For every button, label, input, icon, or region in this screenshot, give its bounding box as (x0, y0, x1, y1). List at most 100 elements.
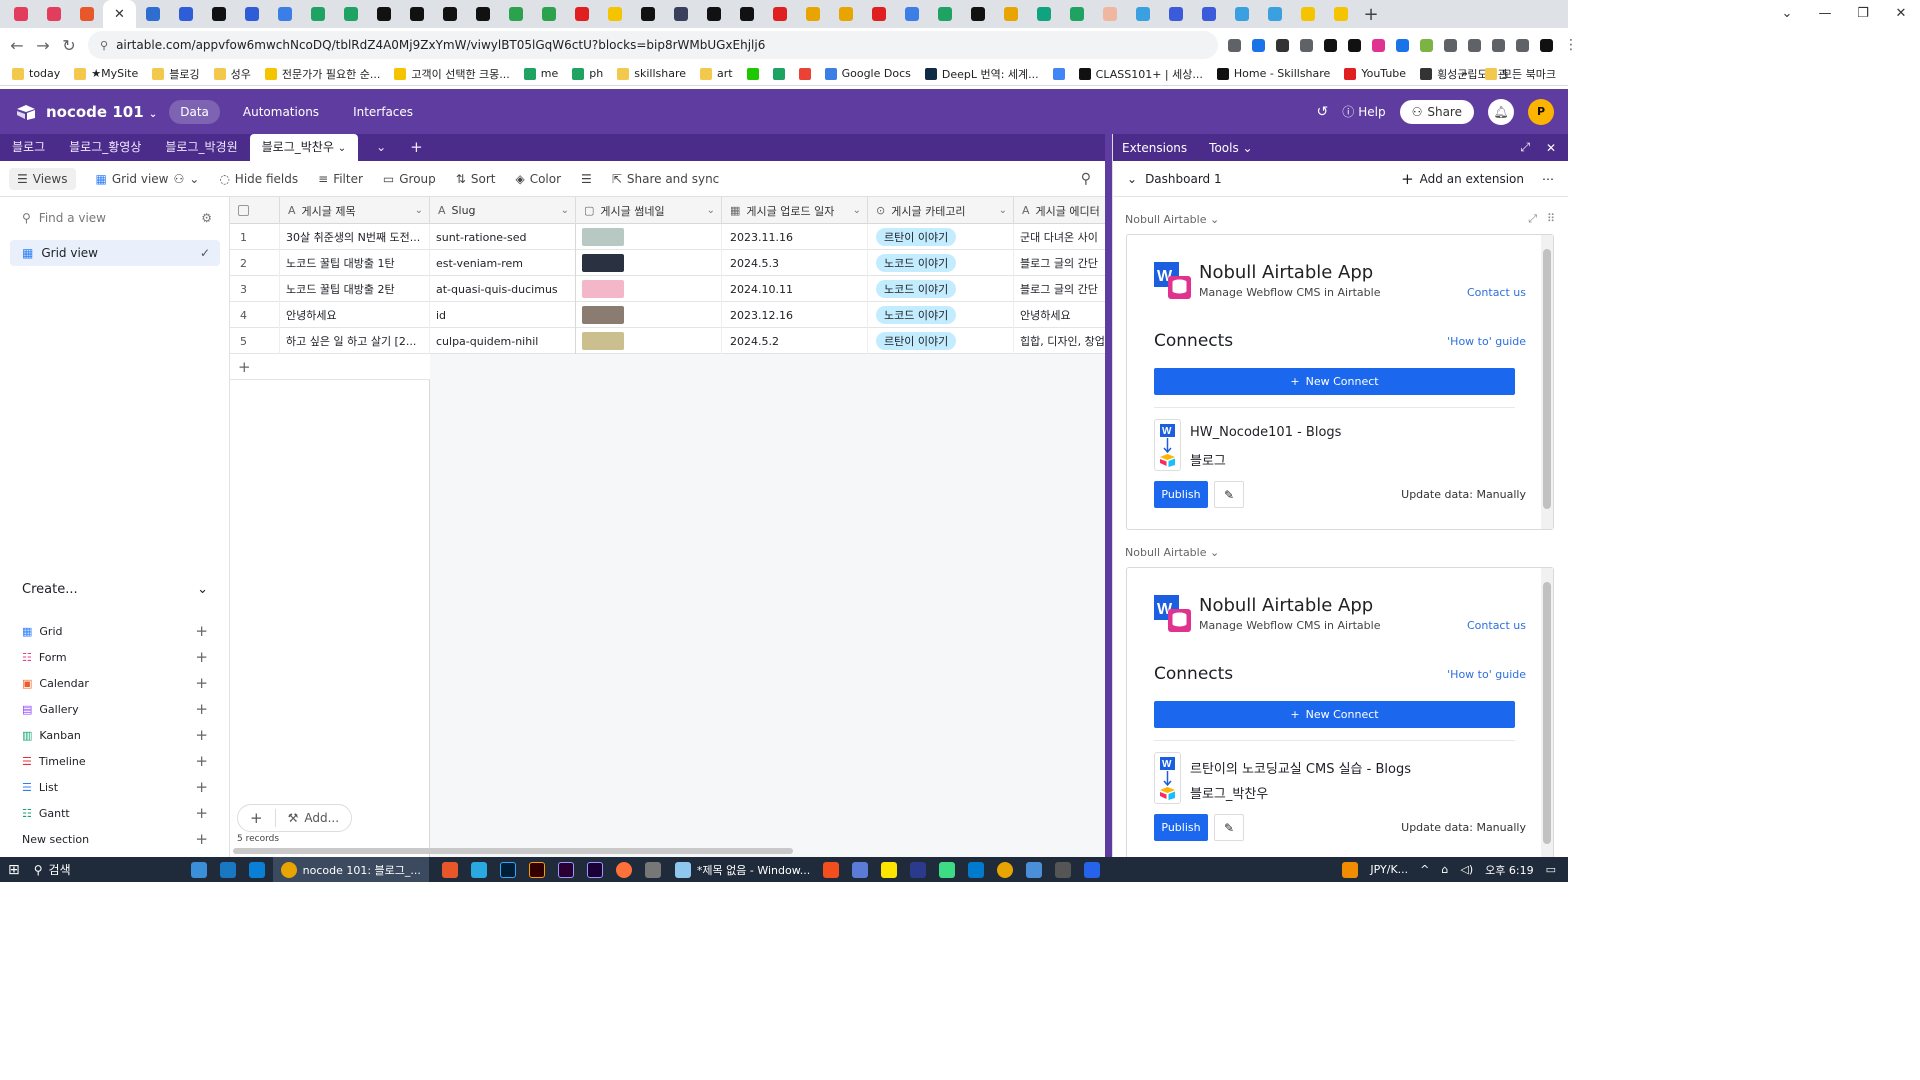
notifications-icon[interactable]: ▭ (1546, 863, 1556, 876)
all-tables-chevron-icon[interactable]: ⌄ (364, 134, 398, 161)
browser-tab[interactable] (37, 0, 70, 28)
weather-icon[interactable] (1342, 861, 1359, 878)
browser-extension-icon[interactable] (1372, 38, 1385, 52)
table-row[interactable]: 1 30살 취준생의 N번째 도전... sunt-ratione-sed 2023.… (230, 224, 1105, 250)
column-header[interactable]: A Slug ⌄ (430, 197, 576, 224)
extension-source[interactable]: Nobull Airtable ⌄ (1125, 213, 1219, 226)
browser-tab[interactable] (961, 0, 994, 28)
edit-pencil-icon[interactable]: ✎ (1214, 814, 1244, 841)
browser-extension-icon[interactable] (1348, 38, 1361, 52)
nav-data[interactable]: Data (169, 99, 220, 124)
contact-us-link[interactable]: Contact us (1467, 619, 1526, 632)
browser-tab[interactable] (928, 0, 961, 28)
browser-extension-icon[interactable] (1324, 38, 1337, 52)
forward-icon[interactable]: → (30, 36, 56, 55)
minimize-button[interactable]: — (1806, 0, 1844, 28)
photoshop-icon[interactable] (499, 861, 516, 878)
chevron-down-icon[interactable]: ⌄ (853, 205, 861, 216)
thumbnail-image[interactable] (582, 306, 624, 324)
browser-tab[interactable] (532, 0, 565, 28)
chevron-down-icon[interactable]: ⌄ (999, 205, 1007, 216)
browser-tab[interactable] (862, 0, 895, 28)
cell-category[interactable]: 노코드 이야기 (868, 302, 1014, 328)
browser-extension-icon[interactable] (1228, 38, 1241, 52)
browser-tab[interactable] (1093, 0, 1126, 28)
help-button[interactable]: ⓘ Help (1342, 103, 1385, 120)
browser-tab[interactable] (499, 0, 532, 28)
column-header[interactable]: ⊙ 게시글 카테고리 ⌄ (868, 197, 1014, 224)
bookmark-item[interactable]: YouTube (1344, 67, 1406, 80)
other-bookmarks-folder[interactable]: 모든 북마크 (1484, 66, 1556, 82)
add-plus-button[interactable]: + (238, 809, 276, 827)
bookmark-item[interactable]: 고객이 선택한 크몽... (394, 66, 510, 82)
bookmark-item[interactable]: Google Docs (824, 67, 911, 80)
browser-extension-icon[interactable] (1420, 38, 1433, 52)
history-icon[interactable]: ↺ (1316, 104, 1328, 120)
browser-extension-icon[interactable] (1396, 38, 1409, 52)
cell-editor[interactable]: 블로그 글의 간단 (1014, 250, 1105, 276)
cell-date[interactable]: 2023.12.16 (722, 302, 868, 328)
browser-tab[interactable] (136, 0, 169, 28)
views-toggle-button[interactable]: ☰ Views (9, 167, 76, 190)
browser-tab[interactable] (1060, 0, 1093, 28)
browser-extension-icon[interactable] (1444, 38, 1457, 52)
browser-tab[interactable] (1027, 0, 1060, 28)
browser-tab[interactable] (1258, 0, 1291, 28)
tab-table-blog-park-kw[interactable]: 블로그_박경원 (153, 134, 249, 161)
cell-thumbnail[interactable] (576, 250, 722, 276)
android-icon[interactable] (939, 861, 956, 878)
browser-tab[interactable] (334, 0, 367, 28)
browser-tab[interactable] (730, 0, 763, 28)
row-height-icon[interactable]: ☰ (581, 172, 592, 186)
cell-date[interactable]: 2024.10.11 (722, 276, 868, 302)
browser-tab[interactable] (1291, 0, 1324, 28)
browser-tab[interactable] (301, 0, 334, 28)
chrome-icon[interactable] (997, 861, 1014, 878)
create-view-kanban[interactable]: ▥ Kanban + (22, 726, 208, 744)
bird-app-icon[interactable] (470, 861, 487, 878)
cell-title[interactable]: 30살 취준생의 N번째 도전... (280, 224, 430, 250)
cell-slug[interactable]: sunt-ratione-sed (430, 224, 576, 250)
bookmark-item[interactable]: art (700, 67, 733, 80)
bookmarks-more-icon[interactable]: » (1461, 67, 1468, 80)
cell-editor[interactable]: 힙합, 디자인, 창업 (1014, 328, 1105, 354)
grid-view-switcher[interactable]: ▦ Grid view ⚇ ⌄ (96, 172, 200, 186)
browser-extension-icon[interactable] (1468, 38, 1481, 52)
horizontal-scrollbar[interactable] (233, 848, 793, 854)
cell-date[interactable]: 2023.11.16 (722, 224, 868, 250)
table-row[interactable]: 5 하고 싶은 일 하고 살기 [2... culpa-quidem-nihil 20… (230, 328, 1105, 354)
browser-extension-icon[interactable] (1252, 38, 1265, 52)
task-view-icon[interactable] (190, 861, 207, 878)
tab-table-blog[interactable]: 블로그 (0, 134, 57, 161)
cell-thumbnail[interactable] (576, 328, 722, 354)
browser-extension-icon[interactable] (1516, 38, 1529, 52)
base-name[interactable]: nocode 101 ⌄ (46, 103, 157, 121)
cell-title[interactable]: 안녕하세요 (280, 302, 430, 328)
browser-tab[interactable] (400, 0, 433, 28)
chevron-down-icon[interactable]: ⌄ (707, 205, 715, 216)
clock[interactable]: 오후 6:19 (1485, 862, 1533, 878)
cell-date[interactable]: 2024.5.2 (722, 328, 868, 354)
browser-tab[interactable] (1159, 0, 1192, 28)
cell-slug[interactable]: at-quasi-quis-ducimus (430, 276, 576, 302)
browser-tab[interactable] (994, 0, 1027, 28)
browser-tab[interactable] (565, 0, 598, 28)
browser-tab[interactable] (697, 0, 730, 28)
volume-icon[interactable]: ◁) (1460, 863, 1473, 876)
taskbar-chrome-window[interactable]: nocode 101: 블로그_... (272, 857, 429, 882)
browser-extension-icon[interactable] (1492, 38, 1505, 52)
thumbnail-image[interactable] (582, 332, 624, 350)
browser-tab[interactable] (895, 0, 928, 28)
create-view-form[interactable]: ☷ Form + (22, 648, 208, 666)
new-connect-button[interactable]: + New Connect (1154, 701, 1515, 728)
network-icon[interactable]: ⌂ (1441, 863, 1448, 876)
bookmark-item[interactable] (1052, 67, 1065, 80)
airtable-logo-icon[interactable] (16, 104, 36, 120)
windows-start-icon[interactable]: ⊞ (8, 862, 20, 878)
color-button[interactable]: ◈ Color (515, 172, 561, 186)
bookmark-item[interactable]: skillshare (617, 67, 686, 80)
drag-handle-icon[interactable]: ⠿ (1547, 212, 1555, 225)
browser-tab[interactable] (664, 0, 697, 28)
avatar[interactable]: P (1528, 98, 1554, 125)
bookmark-item[interactable] (798, 67, 811, 80)
